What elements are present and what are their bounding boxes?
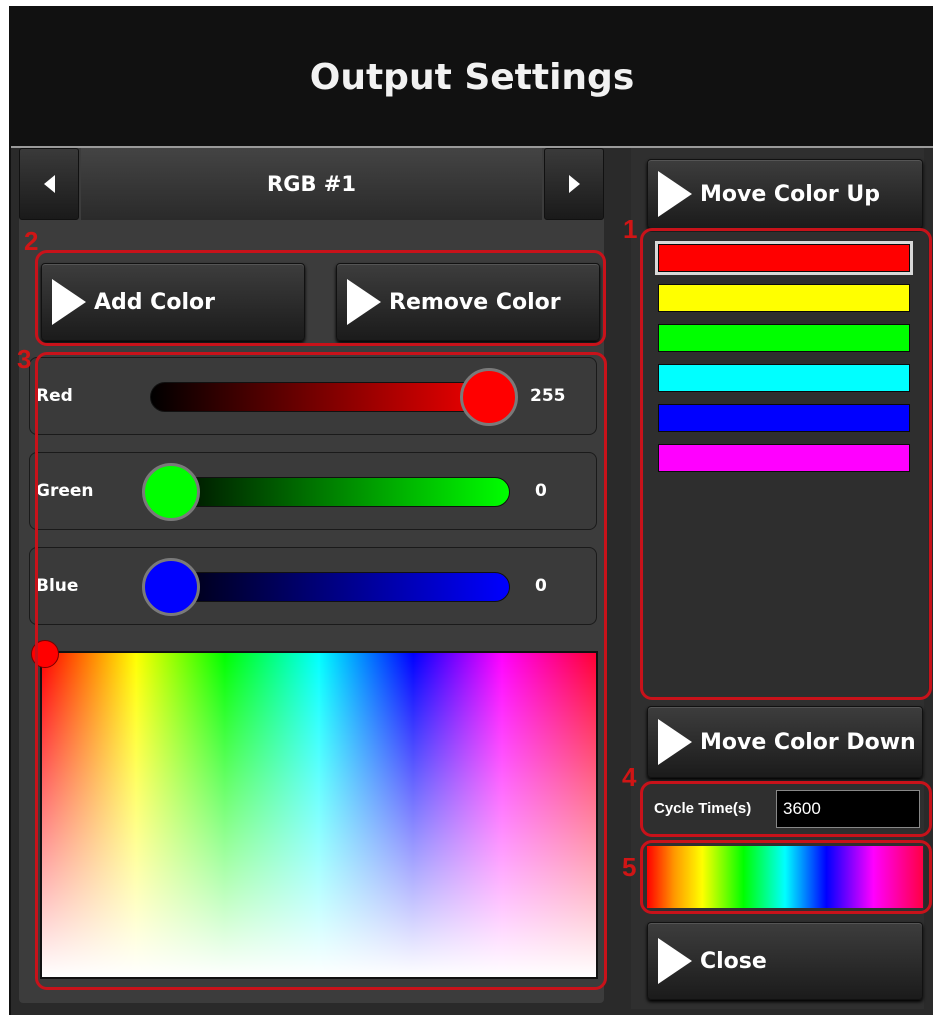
move-color-up-label: Move Color Up bbox=[700, 181, 880, 207]
triangle-right-icon bbox=[568, 175, 580, 193]
annotation-marker-3: 3 bbox=[17, 344, 32, 374]
annotation-marker-1: 1 bbox=[623, 214, 638, 244]
annotation-marker-5: 5 bbox=[622, 852, 637, 882]
close-button[interactable]: Close bbox=[647, 922, 923, 1000]
annotation-box-2 bbox=[35, 250, 606, 346]
previous-output-button[interactable] bbox=[19, 148, 79, 220]
output-name: RGB #1 bbox=[81, 148, 542, 220]
next-output-button[interactable] bbox=[544, 148, 604, 220]
annotation-marker-4: 4 bbox=[622, 762, 637, 792]
annotation-marker-2: 2 bbox=[24, 226, 39, 256]
play-triangle-icon bbox=[658, 938, 692, 984]
play-triangle-icon bbox=[658, 171, 692, 217]
window-title: Output Settings bbox=[309, 56, 635, 98]
annotation-box-1 bbox=[640, 228, 932, 700]
close-label: Close bbox=[700, 948, 767, 974]
output-selector: RGB #1 bbox=[19, 148, 604, 220]
annotation-box-4 bbox=[640, 781, 932, 837]
move-color-down-label: Move Color Down bbox=[700, 729, 916, 755]
annotation-box-3 bbox=[35, 352, 607, 990]
title-bar: Output Settings bbox=[11, 8, 933, 148]
triangle-left-icon bbox=[43, 175, 55, 193]
move-color-up-button[interactable]: Move Color Up bbox=[647, 159, 923, 229]
play-triangle-icon bbox=[658, 719, 692, 765]
move-color-down-button[interactable]: Move Color Down bbox=[647, 706, 923, 778]
annotation-box-5 bbox=[640, 840, 932, 914]
